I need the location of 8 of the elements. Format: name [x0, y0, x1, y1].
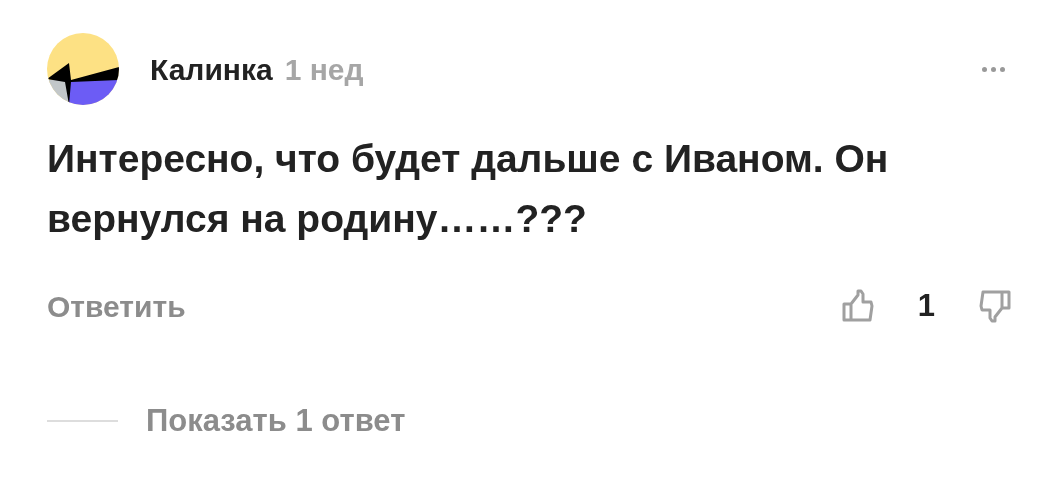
- like-count: 1: [917, 287, 935, 325]
- comment-text: Интересно, что будет дальше с Иваном. Он вернулся на родину……???: [47, 136, 890, 242]
- show-replies-button[interactable]: Показать 1 ответ: [146, 397, 406, 444]
- author-name[interactable]: Калинка: [150, 46, 273, 92]
- thumbs-up-icon: [841, 289, 876, 324]
- thumbs-down-icon: [977, 289, 1011, 324]
- comment-time: 1 нед: [284, 51, 364, 88]
- reply-button[interactable]: Ответить: [47, 283, 186, 329]
